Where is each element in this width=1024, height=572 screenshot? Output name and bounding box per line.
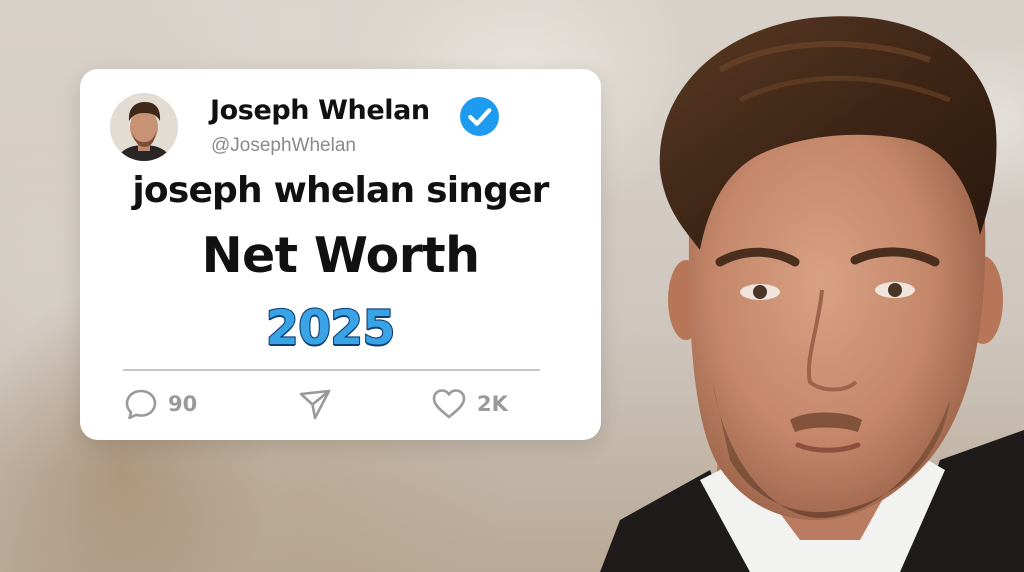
headline-year: 2025 <box>265 300 397 357</box>
send-icon <box>299 389 331 420</box>
reply-count: 90 <box>168 392 198 416</box>
heart-icon <box>432 389 466 419</box>
headline-title: joseph whelan singer <box>132 170 549 211</box>
portrait-photo <box>600 0 1024 572</box>
share-button[interactable] <box>298 387 332 421</box>
headline-subtitle: Net Worth <box>201 227 480 284</box>
verified-badge-icon <box>459 96 500 137</box>
avatar-photo <box>110 93 178 161</box>
like-button[interactable]: 2K <box>431 387 508 421</box>
author-name[interactable]: Joseph Whelan <box>210 95 430 126</box>
avatar[interactable] <box>110 93 178 161</box>
author-handle[interactable]: @JosephWhelan <box>211 135 356 157</box>
like-count: 2K <box>477 392 508 416</box>
tweet-card: Joseph Whelan @JosephWhelan joseph whela… <box>80 69 601 440</box>
reply-button[interactable]: 90 <box>124 387 197 421</box>
divider <box>123 369 540 371</box>
comment-icon <box>125 389 157 420</box>
